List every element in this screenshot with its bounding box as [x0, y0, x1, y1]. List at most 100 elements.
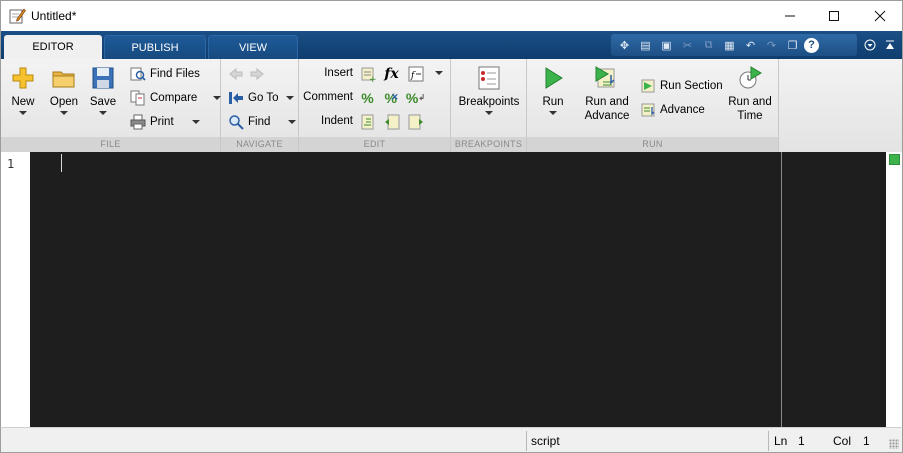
run-group: Run Run and Advance Run Section Advance	[527, 59, 779, 152]
breakpoints-icon	[478, 66, 500, 90]
decrease-indent-icon[interactable]	[383, 113, 400, 130]
compare-icon	[129, 90, 146, 107]
back-forward-buttons	[227, 64, 265, 84]
new-dropdown-icon	[19, 111, 27, 115]
dropdown-menu-icon[interactable]	[861, 36, 879, 54]
run-play-icon	[545, 67, 563, 89]
svg-text:+: +	[369, 75, 376, 82]
quick-access-toolbar: ✥ ▤ ▣ ✂ ⧉ ▦ ↶ ↷ ❐ ?	[611, 34, 857, 56]
status-separator	[768, 431, 769, 451]
line-label: Ln	[774, 434, 788, 448]
status-bar: script Ln 1 Col 1	[0, 427, 903, 453]
editor-pencil-icon	[9, 8, 26, 24]
file-group-label: FILE	[1, 137, 220, 152]
close-icon	[874, 10, 886, 22]
breakpoints-group-label: BREAKPOINTS	[451, 137, 526, 152]
run-section-button[interactable]: Run Section	[639, 76, 723, 96]
tab-publish[interactable]: PUBLISH	[104, 35, 206, 59]
undo-icon[interactable]: ↶	[741, 36, 760, 54]
switch-windows-icon[interactable]: ❐	[783, 36, 802, 54]
redo-icon[interactable]: ↷	[762, 36, 781, 54]
tab-strip: EDITOR PUBLISH VIEW ✥ ▤ ▣ ✂ ⧉ ▦ ↶ ↷ ❐ ?	[0, 31, 903, 59]
insert-fraction-icon[interactable]: f	[407, 65, 424, 82]
new-file-icon[interactable]: ▤	[636, 36, 655, 54]
increase-indent-icon[interactable]	[407, 113, 424, 130]
run-button[interactable]: Run	[535, 65, 571, 115]
navigate-group-label: NAVIGATE	[221, 137, 298, 152]
insert-dropdown-icon[interactable]	[435, 71, 443, 75]
tab-view[interactable]: VIEW	[208, 35, 298, 59]
indent-label: Indent	[321, 115, 353, 127]
find-dropdown-icon	[288, 120, 297, 124]
column-label: Col	[833, 434, 852, 448]
run-section-icon	[639, 78, 656, 95]
run-group-label: RUN	[527, 137, 778, 152]
insert-section-icon[interactable]: +	[359, 65, 376, 82]
copy-icon[interactable]: ⧉	[699, 36, 718, 54]
line-number: 1	[7, 157, 15, 171]
file-type-label: script	[531, 434, 560, 448]
breakpoints-button[interactable]: Breakpoints	[455, 65, 523, 115]
forward-arrow-icon[interactable]	[248, 66, 265, 83]
code-analyzer-ok-icon[interactable]	[889, 154, 900, 165]
line-value: 1	[798, 434, 805, 448]
magnifier-icon	[227, 114, 244, 131]
run-and-time-button[interactable]: Run and Time	[725, 65, 775, 123]
cut-icon[interactable]: ✂	[678, 36, 697, 54]
find-button[interactable]: Find	[227, 112, 297, 132]
comment-icon[interactable]: %	[359, 89, 376, 106]
open-button[interactable]: Open	[47, 65, 81, 115]
minimize-icon	[785, 15, 795, 17]
vertical-scrollbar[interactable]	[886, 152, 903, 427]
print-button[interactable]: Print	[129, 112, 200, 132]
code-editor[interactable]	[30, 152, 886, 427]
resize-grip-icon[interactable]	[889, 439, 899, 449]
breakpoints-dropdown-icon	[485, 111, 493, 115]
insert-label: Insert	[324, 67, 353, 79]
insert-function-icon[interactable]: fx	[383, 65, 400, 82]
back-arrow-icon[interactable]	[227, 66, 244, 83]
maximize-button[interactable]	[811, 1, 857, 31]
folder-icon	[52, 71, 75, 88]
go-to-button[interactable]: Go To	[227, 88, 295, 108]
find-files-button[interactable]: Find Files	[129, 64, 200, 84]
print-dropdown-icon	[191, 120, 200, 124]
edit-group: Insert Comment Indent + fx f % % ✕ % ↲ EDI…	[299, 59, 451, 152]
maximize-icon	[829, 11, 839, 21]
text-cursor	[61, 154, 62, 172]
run-and-advance-button[interactable]: Run and Advance	[579, 65, 635, 123]
advance-icon	[639, 102, 656, 119]
collapse-ribbon-icon[interactable]	[881, 36, 899, 54]
line-number-gutter: 1	[0, 152, 30, 427]
new-button[interactable]: New	[7, 65, 39, 115]
uncomment-icon[interactable]: % ✕	[383, 89, 400, 106]
save-icon[interactable]: ▣	[657, 36, 676, 54]
run-and-time-icon	[739, 66, 762, 89]
run-dropdown-icon	[549, 111, 557, 115]
go-to-dropdown-icon	[286, 96, 295, 100]
breakpoints-group: Breakpoints BREAKPOINTS	[451, 59, 527, 152]
close-button[interactable]	[857, 1, 903, 31]
wrap-comments-icon[interactable]: % ↲	[406, 89, 425, 106]
comment-label: Comment	[303, 91, 353, 103]
column-value: 1	[863, 434, 870, 448]
save-button[interactable]: Save	[87, 65, 119, 115]
tab-editor[interactable]: EDITOR	[4, 35, 102, 59]
title-bar: Untitled*	[0, 0, 903, 31]
window-title: Untitled*	[31, 9, 77, 23]
navigate-group: Go To Find NAVIGATE	[221, 59, 299, 152]
paste-icon[interactable]: ▦	[720, 36, 739, 54]
find-files-icon	[129, 66, 146, 83]
smart-indent-icon[interactable]	[359, 113, 376, 130]
status-separator	[526, 431, 527, 451]
advance-button[interactable]: Advance	[639, 100, 705, 120]
go-to-arrow-icon	[227, 90, 244, 107]
file-group: New Open Save Find Files Compare Print F…	[1, 59, 222, 152]
floppy-disk-icon	[92, 67, 114, 89]
ribbon: New Open Save Find Files Compare Print F…	[0, 59, 903, 152]
minimize-button[interactable]	[767, 1, 813, 31]
run-and-advance-icon	[595, 66, 615, 88]
compare-button[interactable]: Compare	[129, 88, 222, 108]
help-icon[interactable]: ?	[804, 37, 819, 53]
layout-icon[interactable]: ✥	[615, 36, 634, 54]
